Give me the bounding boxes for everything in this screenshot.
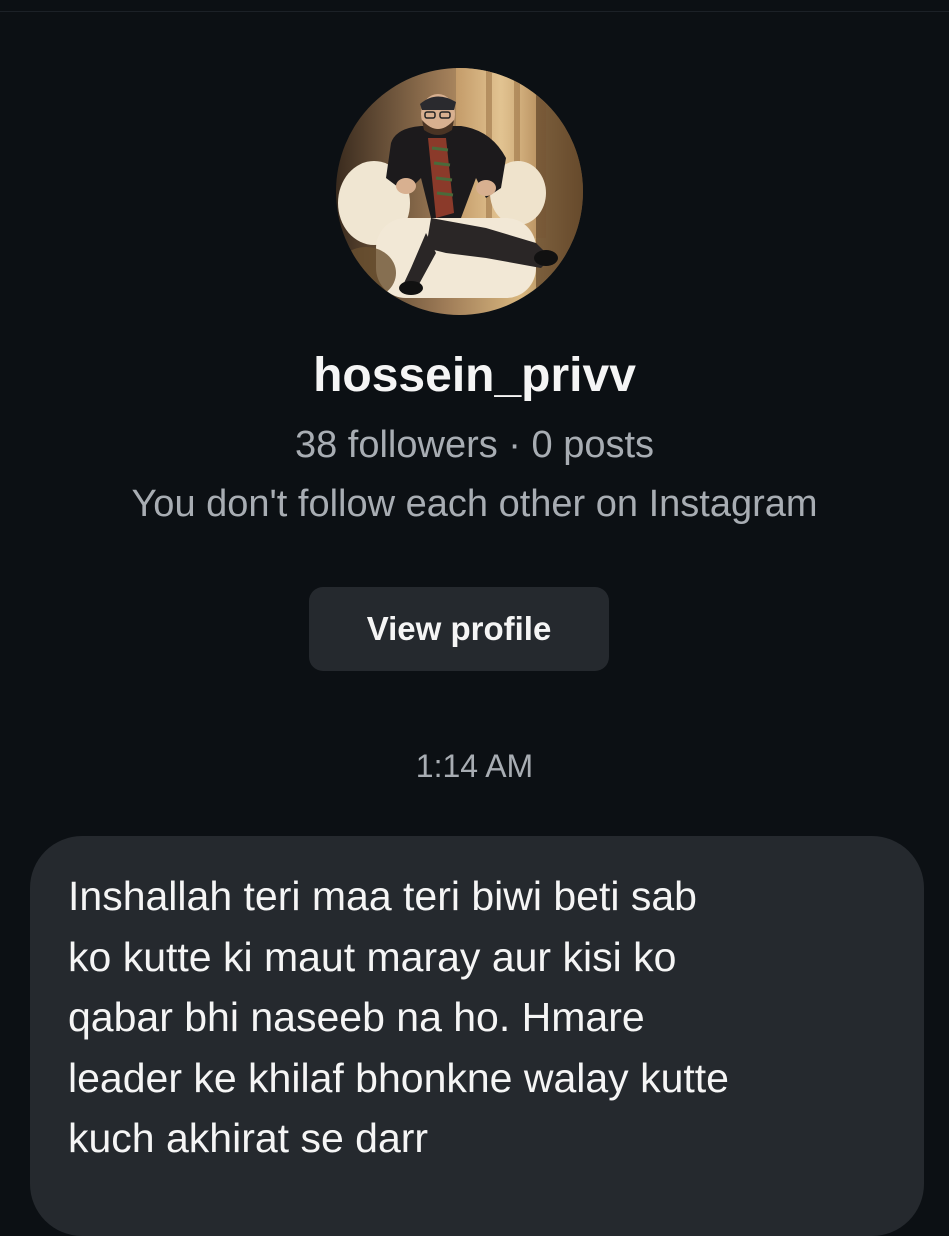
follow-status: You don't follow each other on Instagram [131,483,818,525]
message-line: qabar bhi naseeb na ho. Hmare [68,994,645,1040]
username: hossein_privv [313,349,636,402]
view-profile-button[interactable]: View profile [309,587,609,671]
follower-post-stats: 38 followers · 0 posts [294,424,655,466]
message-bubble[interactable]: Inshallah teri maa teri biwi beti sab ko… [30,836,924,1236]
avatar-photo [336,68,583,315]
profile-header: hossein_privv 38 followers · 0 posts You… [0,0,949,700]
message-text: Inshallah teri maa teri biwi beti sab ko… [68,866,886,1169]
message-line: kuch akhirat se darr [68,1115,429,1161]
message-line: leader ke khilaf bhonkne walay kutte [68,1054,729,1101]
message-timestamp: 1:14 AM [415,748,534,784]
avatar[interactable] [336,68,583,315]
message-line: ko kutte ki maut maray aur kisi ko [68,933,677,980]
message-line: Inshallah teri maa teri biwi beti sab [68,873,697,919]
